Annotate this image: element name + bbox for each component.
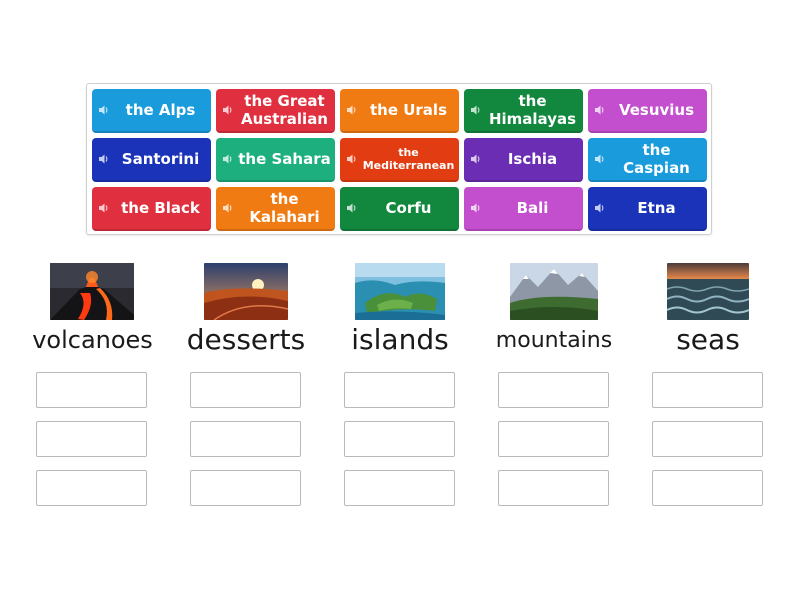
speaker-icon[interactable] — [594, 104, 606, 116]
category-label-seas: seas — [676, 323, 740, 356]
drop-slot-seas-3[interactable] — [652, 470, 763, 506]
category-label-volcanoes: volcanoes — [32, 326, 153, 354]
tile-label: the Kalahari — [249, 190, 320, 226]
category-label-mountains: mountains — [495, 328, 613, 353]
drop-slot-desserts-1[interactable] — [190, 372, 301, 408]
tile-label: Etna — [637, 199, 676, 217]
volcano-image — [50, 263, 134, 320]
speaker-icon[interactable] — [470, 104, 482, 116]
tile-label: Vesuvius — [618, 101, 695, 119]
drop-slot-volcanoes-3[interactable] — [36, 470, 147, 506]
tile-the-urals[interactable]: the Urals — [340, 89, 459, 133]
tile-vesuvius[interactable]: Vesuvius — [588, 89, 707, 133]
tile-the-kalahari[interactable]: the Kalahari — [216, 187, 335, 231]
speaker-icon[interactable] — [470, 202, 482, 214]
tile-the-himalayas[interactable]: the Himalayas — [464, 89, 583, 133]
mountain-image — [510, 263, 598, 320]
tile-label: the Himalayas — [488, 92, 577, 128]
sea-image — [667, 263, 749, 320]
tile-etna[interactable]: Etna — [588, 187, 707, 231]
desert-image — [204, 263, 288, 320]
word-bank: the Alps the Great Australian the Urals … — [86, 83, 712, 235]
tile-label: Bali — [516, 199, 549, 217]
drop-slot-volcanoes-2[interactable] — [36, 421, 147, 457]
drop-slot-mountains-1[interactable] — [498, 372, 609, 408]
speaker-icon[interactable] — [346, 153, 358, 165]
tile-label: the Great Australian — [241, 92, 328, 128]
drop-slot-seas-1[interactable] — [652, 372, 763, 408]
tile-the-alps[interactable]: the Alps — [92, 89, 211, 133]
drop-slot-desserts-3[interactable] — [190, 470, 301, 506]
tile-the-caspian[interactable]: the Caspian — [588, 138, 707, 182]
island-image — [355, 263, 445, 320]
tile-the-mediterranean[interactable]: the Mediterranean — [340, 138, 459, 182]
tile-the-sahara[interactable]: the Sahara — [216, 138, 335, 182]
speaker-icon[interactable] — [222, 153, 234, 165]
speaker-icon[interactable] — [346, 202, 358, 214]
speaker-icon[interactable] — [594, 202, 606, 214]
drop-slot-volcanoes-1[interactable] — [36, 372, 147, 408]
category-label-islands: islands — [351, 323, 449, 356]
drop-slot-mountains-2[interactable] — [498, 421, 609, 457]
speaker-icon[interactable] — [98, 104, 110, 116]
tile-label: Corfu — [385, 199, 432, 217]
tile-corfu[interactable]: Corfu — [340, 187, 459, 231]
speaker-icon[interactable] — [98, 202, 110, 214]
tile-santorini[interactable]: Santorini — [92, 138, 211, 182]
tile-label: Ischia — [507, 150, 558, 168]
speaker-icon[interactable] — [98, 153, 110, 165]
tile-ischia[interactable]: Ischia — [464, 138, 583, 182]
tile-label: the Sahara — [238, 150, 331, 168]
tile-label: the Caspian — [623, 141, 690, 177]
tile-label: Santorini — [121, 150, 200, 168]
tile-the-black[interactable]: the Black — [92, 187, 211, 231]
drop-slot-islands-3[interactable] — [344, 470, 455, 506]
speaker-icon[interactable] — [222, 104, 234, 116]
drop-slot-desserts-2[interactable] — [190, 421, 301, 457]
speaker-icon[interactable] — [594, 153, 606, 165]
drop-slot-seas-2[interactable] — [652, 421, 763, 457]
tile-label: the Mediterranean — [362, 146, 455, 172]
tile-the-great-australian[interactable]: the Great Australian — [216, 89, 335, 133]
drop-slot-mountains-3[interactable] — [498, 470, 609, 506]
tile-label: the Black — [121, 199, 200, 217]
tile-label: the Alps — [125, 101, 196, 119]
tile-label: the Urals — [369, 101, 447, 119]
drop-slot-islands-2[interactable] — [344, 421, 455, 457]
speaker-icon[interactable] — [222, 202, 234, 214]
tile-bali[interactable]: Bali — [464, 187, 583, 231]
speaker-icon[interactable] — [346, 104, 358, 116]
drop-slot-islands-1[interactable] — [344, 372, 455, 408]
category-label-desserts: desserts — [186, 323, 306, 356]
speaker-icon[interactable] — [470, 153, 482, 165]
